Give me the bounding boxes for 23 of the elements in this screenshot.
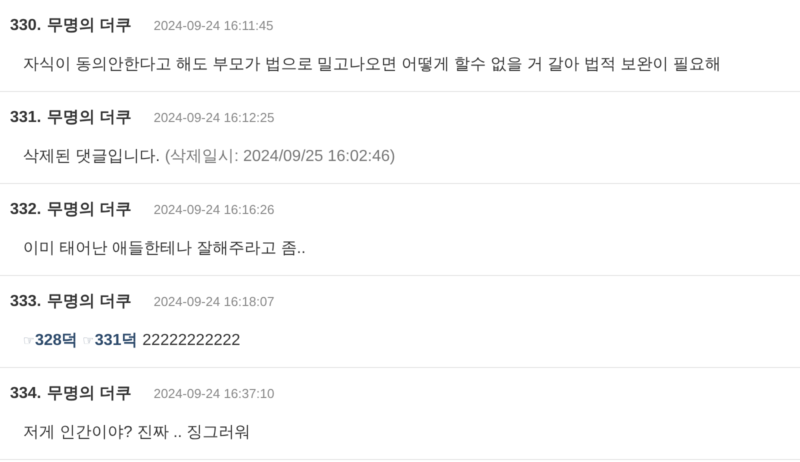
comment-number: 332. (10, 200, 42, 220)
comment-author: 무명의 더쿠 (47, 292, 132, 312)
comment-author: 무명의 더쿠 (47, 200, 132, 220)
comment-number: 333. (10, 292, 42, 312)
comment-text: 22222222222 (142, 331, 240, 351)
comment-time: 2024-09-24 16:11:45 (154, 17, 274, 35)
comment-number: 334. (10, 384, 42, 404)
comment-time: 2024-09-24 16:12:25 (154, 109, 274, 127)
comment-time: 2024-09-24 16:18:07 (154, 293, 274, 311)
comment-author: 무명의 더쿠 (47, 108, 132, 128)
comment-number: 330. (10, 16, 42, 36)
comment-text: 삭제된 댓글입니다. (23, 147, 160, 167)
reply-link[interactable]: ☞331덕 (82, 329, 138, 353)
comment-number: 331. (10, 108, 42, 128)
comment-text: 저게 인간이야? 진짜 .. 징그러워 (23, 423, 251, 443)
deleted-note: (삭제일시: 2024/09/25 16:02:46) (164, 147, 396, 167)
comment-author: 무명의 더쿠 (47, 384, 132, 404)
comment-text: 자식이 동의안한다고 해도 부모가 법으로 밀고나오면 어떻게 할수 없을 거 갈아 법적 보완이 필요해 (23, 55, 721, 75)
comment-time: 2024-09-24 16:37:10 (154, 385, 274, 403)
comment-text: 이미 태어난 애들한테나 잘해주라고 좀.. (23, 239, 306, 259)
comment-author: 무명의 더쿠 (47, 16, 132, 36)
comment-time: 2024-09-24 16:16:26 (154, 201, 274, 219)
reply-link[interactable]: ☞328덕 (23, 329, 78, 353)
